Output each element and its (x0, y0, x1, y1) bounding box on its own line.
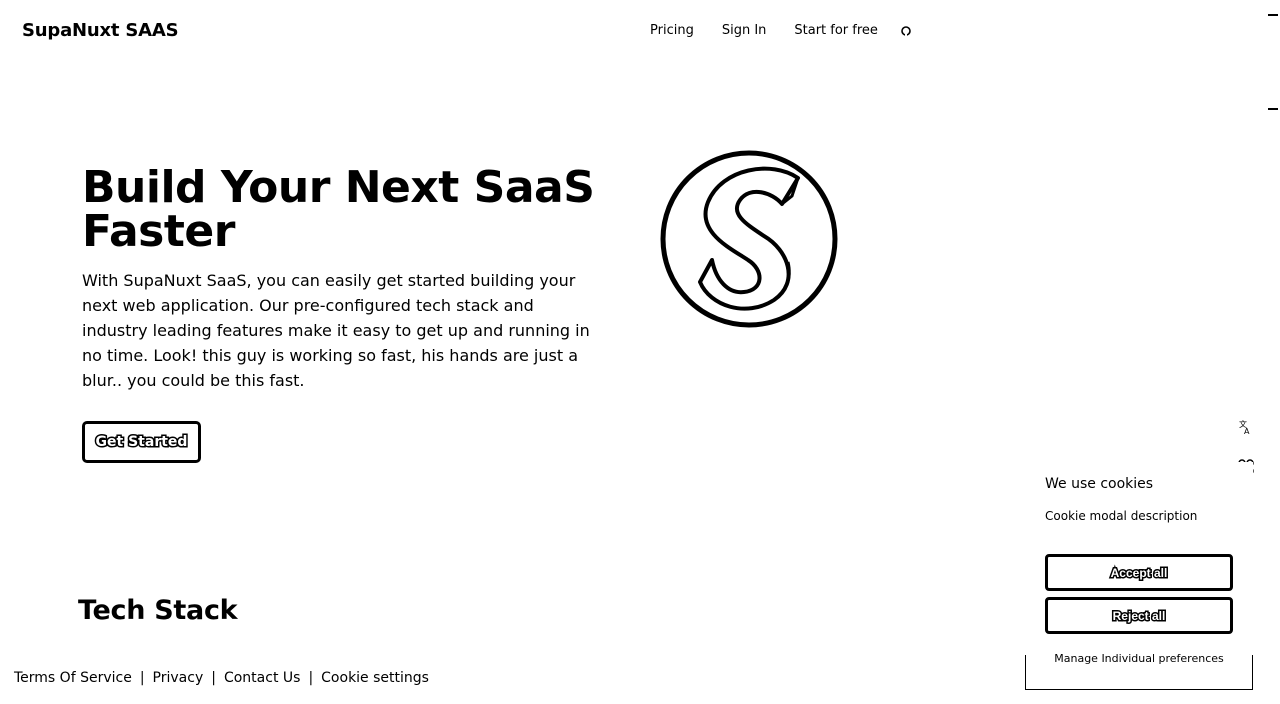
footer-contact-link[interactable]: Contact Us (224, 670, 300, 686)
footer-separator: | (308, 670, 314, 686)
cookie-modal-title: We use cookies (1045, 476, 1154, 492)
footer-cookie-settings-link[interactable]: Cookie settings (321, 670, 429, 686)
footer-terms-link[interactable]: Terms Of Service (14, 670, 132, 686)
hero-description: With SupaNuxt SaaS, you can easily get s… (82, 271, 590, 390)
reject-all-label: Reject all (1111, 607, 1167, 624)
get-started-label: Get Started (94, 433, 189, 452)
footer-separator: | (211, 670, 216, 686)
translate-icon[interactable]: 文 A (1235, 417, 1257, 439)
supanuxt-s-logo-icon (660, 150, 838, 328)
brand-logo-text[interactable]: SupaNuxt SAAS (22, 20, 179, 41)
page: SupaNuxt SAAS Pricing Sign In Start for … (0, 0, 1280, 704)
footer-separator: | (139, 670, 145, 686)
manage-preferences-link[interactable]: Manage Individual preferences (1025, 652, 1253, 665)
accept-all-label: Accept all (1109, 564, 1169, 581)
tech-stack-title: Tech Stack (78, 595, 238, 626)
cookie-modal: We use cookies Cookie modal description … (1025, 462, 1253, 690)
scrollbar-thumb[interactable] (1268, 108, 1278, 110)
scrollbar-up-arrow[interactable] (1268, 14, 1278, 16)
footer-privacy-link[interactable]: Privacy (153, 670, 204, 686)
hero-logo (660, 150, 840, 330)
get-started-button[interactable]: Get Started (82, 421, 201, 463)
accept-all-button[interactable]: Accept all (1045, 554, 1233, 591)
nav-pricing-link[interactable]: Pricing (650, 23, 694, 38)
top-nav: Pricing Sign In Start for free (650, 23, 912, 38)
cookie-modal-description: Cookie modal description (1045, 509, 1198, 523)
nav-start-free-link[interactable]: Start for free (794, 23, 878, 38)
nav-sign-in-link[interactable]: Sign In (722, 23, 767, 38)
reject-all-button[interactable]: Reject all (1045, 597, 1233, 634)
hero-title: Build Your Next SaaS Faster (82, 162, 595, 257)
footer-links: Terms Of Service | Privacy | Contact Us … (14, 670, 429, 686)
svg-text:A: A (1244, 427, 1250, 436)
github-icon[interactable] (900, 25, 912, 37)
